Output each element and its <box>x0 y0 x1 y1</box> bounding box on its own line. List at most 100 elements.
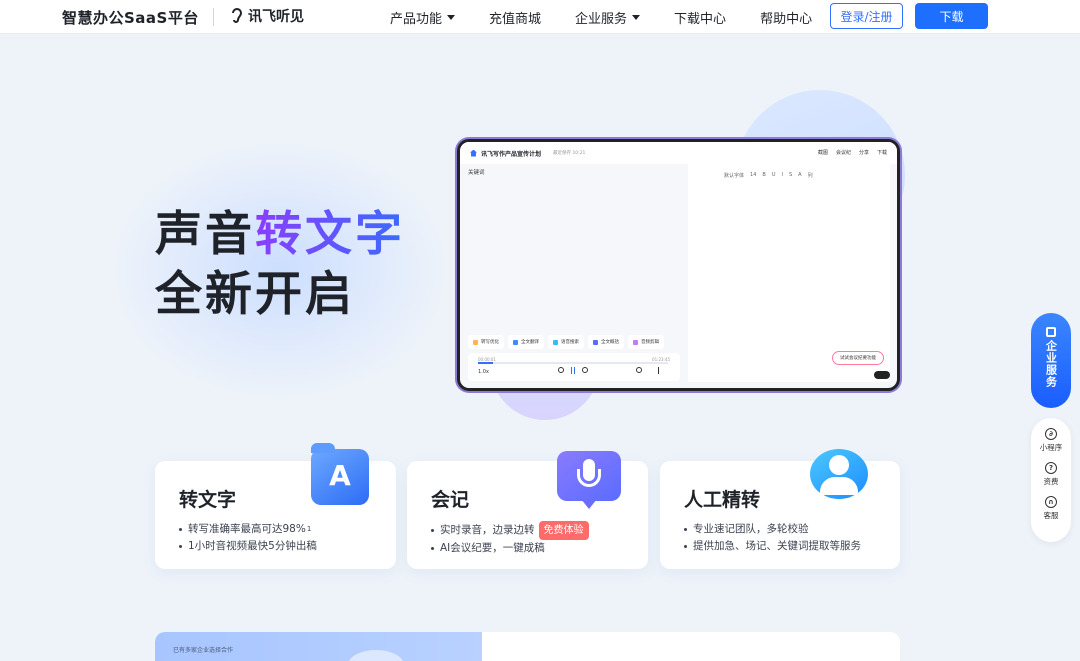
mock-doc-meta: 最近保存 10:21 <box>553 151 586 156</box>
list-item: 提供加急、场记、关键词提取等服务 <box>684 538 861 555</box>
translate-a-icon-tab <box>311 443 335 453</box>
person-icon-shoulders <box>820 477 858 495</box>
mock-progress-fill <box>478 362 494 364</box>
pricing-button[interactable]: ? 资费 <box>1044 462 1059 487</box>
download-button[interactable]: 下载 <box>915 3 988 29</box>
list-item: 实时录音，边录边转 免费体验 <box>431 521 589 540</box>
rewind-icon <box>558 367 564 373</box>
mini-program-button[interactable]: ∂ 小程序 <box>1039 428 1063 453</box>
mock-tab-label: 全文概括 <box>601 340 619 345</box>
caret-down-icon <box>447 14 456 20</box>
list-item: 转写准确率最高可达98% 1 <box>179 521 317 538</box>
mock-audio-player: 00:00:01 01:23:45 1.0x <box>468 353 680 381</box>
feature-card-human[interactable]: 人工精转 专业速记团队，多轮校验 提供加急、场记、关键词提取等服务 <box>660 449 900 569</box>
mock-doc-title: 讯飞写作产品宣传计划 <box>481 150 542 158</box>
tab-icon <box>513 339 518 345</box>
settings-icon <box>636 367 642 373</box>
mock-tool: 截图 <box>817 150 828 156</box>
mock-tab: 全文概括 <box>588 335 624 349</box>
mock-left-label: 关键词 <box>468 170 485 176</box>
bullet-dot <box>684 528 687 531</box>
tab-icon <box>633 339 638 345</box>
bullet-dot <box>431 529 434 532</box>
mock-tab: 全文翻译 <box>508 335 544 349</box>
question-icon: ? <box>1045 462 1057 474</box>
forward-icon <box>582 367 588 373</box>
list-item: 1小时音视频最快5分钟出稿 <box>179 538 317 555</box>
card-feature-list: 实时录音，边录边转 免费体验 AI会议纪要，一键成稿 <box>431 521 589 557</box>
nav-link-label: 帮助中心 <box>760 11 813 27</box>
mock-doc-tools: 默认字体 14 B U I S A 列 <box>724 172 813 179</box>
mock-doc-tool: A <box>798 172 802 178</box>
mock-doc-tool: I <box>781 172 783 178</box>
person-icon <box>810 449 868 499</box>
partners-banner: 已有多家企业选择合作 <box>155 632 482 661</box>
mock-document: 默认字体 14 B U I S A 列 <box>688 164 890 382</box>
mock-tab-label: 语音搜索 <box>561 340 579 345</box>
miniprogram-icon: ∂ <box>1045 428 1057 440</box>
bullet-dot <box>179 528 182 531</box>
list-item-text: 专业速记团队，多轮校验 <box>693 523 809 535</box>
nav-link-label: 企业服务 <box>575 11 628 27</box>
tab-icon <box>473 339 478 345</box>
headset-icon: ∩ <box>1045 496 1057 508</box>
feature-card-meeting[interactable]: 会记 实时录音，边录边转 免费体验 AI会议纪要，一键成稿 <box>407 451 648 569</box>
mock-toolbar: 讯飞写作产品宣传计划 最近保存 10:21 截图 会议纪 分享 下载 <box>460 142 897 164</box>
mock-speed: 1.0x <box>478 369 489 375</box>
mock-feature-tabs: 转写优化 全文翻译 语音搜索 全文概括 音频剪辑 <box>468 335 680 349</box>
brand-title[interactable]: 智慧办公SaaS平台 <box>62 7 199 28</box>
building-icon <box>1046 327 1056 337</box>
card-feature-list: 专业速记团队，多轮校验 提供加急、场记、关键词提取等服务 <box>684 521 861 555</box>
tab-icon <box>553 339 558 345</box>
microphone-icon-arc <box>577 469 601 487</box>
list-item-text: 1小时音视频最快5分钟出稿 <box>188 540 317 552</box>
customer-service-button[interactable]: ∩ 客服 <box>1044 496 1059 521</box>
nav-enterprise-service[interactable]: 企业服务 <box>575 8 641 27</box>
mock-progress-track <box>478 362 668 364</box>
hero-highlight: 转文字 <box>255 207 405 262</box>
nav-link-label: 下载中心 <box>674 11 727 27</box>
hero-title: 声音转文字 全新开启 <box>155 205 405 325</box>
mock-tab: 转写优化 <box>468 335 504 349</box>
top-nav: 智慧办公SaaS平台 讯飞听见 产品功能 充值商城 企业服务 下载中心 帮助中心… <box>0 0 1080 34</box>
nav-download-center[interactable]: 下载中心 <box>674 8 726 27</box>
microphone-icon <box>557 451 621 509</box>
list-item: 专业速记团队，多轮校验 <box>684 521 861 538</box>
footnote-sup: 1 <box>306 525 312 533</box>
xunfei-logo[interactable]: 讯飞听见 <box>230 6 304 26</box>
card-feature-list: 转写准确率最高可达98% 1 1小时音视频最快5分钟出稿 <box>179 521 317 555</box>
mock-doc-tool: 默认字体 <box>724 173 745 179</box>
partners-panel <box>482 632 900 661</box>
list-item-text: 提供加急、场记、关键词提取等服务 <box>693 540 861 552</box>
tab-icon <box>593 339 598 345</box>
enterprise-service-float[interactable]: 企业服务 <box>1031 313 1071 408</box>
translate-a-icon-letter: A <box>329 459 351 492</box>
translate-a-icon: A <box>311 443 369 505</box>
nav-help-center[interactable]: 帮助中心 <box>760 8 812 27</box>
tablet-screen: 讯飞写作产品宣传计划 最近保存 10:21 截图 会议纪 分享 下载 关键词 默… <box>460 142 897 388</box>
enterprise-service-label: 企业服务 <box>1044 340 1058 388</box>
mock-toggle <box>874 371 890 379</box>
nav-product-features[interactable]: 产品功能 <box>390 8 456 27</box>
feature-card-transcribe[interactable]: A 转文字 转写准确率最高可达98% 1 1小时音视频最快5分钟出稿 <box>155 443 396 569</box>
login-register-button[interactable]: 登录/注册 <box>830 3 903 29</box>
mock-tool: 下载 <box>876 150 887 156</box>
list-item: AI会议纪要，一键成稿 <box>431 540 589 557</box>
logo-text: 讯飞听见 <box>248 9 304 25</box>
card-title: 人工精转 <box>684 489 761 511</box>
mock-doc-tool: 列 <box>807 173 813 179</box>
tablet-mockup: 讯飞写作产品宣传计划 最近保存 10:21 截图 会议纪 分享 下载 关键词 默… <box>457 139 900 391</box>
hero-line2: 全新开启 <box>155 267 355 322</box>
caret-down-icon <box>632 14 641 20</box>
mock-tab-label: 音频剪辑 <box>641 340 659 345</box>
float-toolbar: ∂ 小程序 ? 资费 ∩ 客服 <box>1031 418 1071 542</box>
mock-tools: 截图 会议纪 分享 下载 <box>818 149 887 156</box>
bullet-dot <box>179 545 182 548</box>
person-icon-head <box>829 455 849 475</box>
list-item-text: 实时录音，边录边转 <box>440 524 535 536</box>
nav-recharge-mall[interactable]: 充值商城 <box>489 8 541 27</box>
free-trial-badge[interactable]: 免费体验 <box>538 521 589 540</box>
list-item-text: 转写准确率最高可达98% <box>188 523 306 535</box>
mock-tab-label: 全文翻译 <box>521 340 539 345</box>
float-tool-label: 小程序 <box>1039 443 1063 452</box>
